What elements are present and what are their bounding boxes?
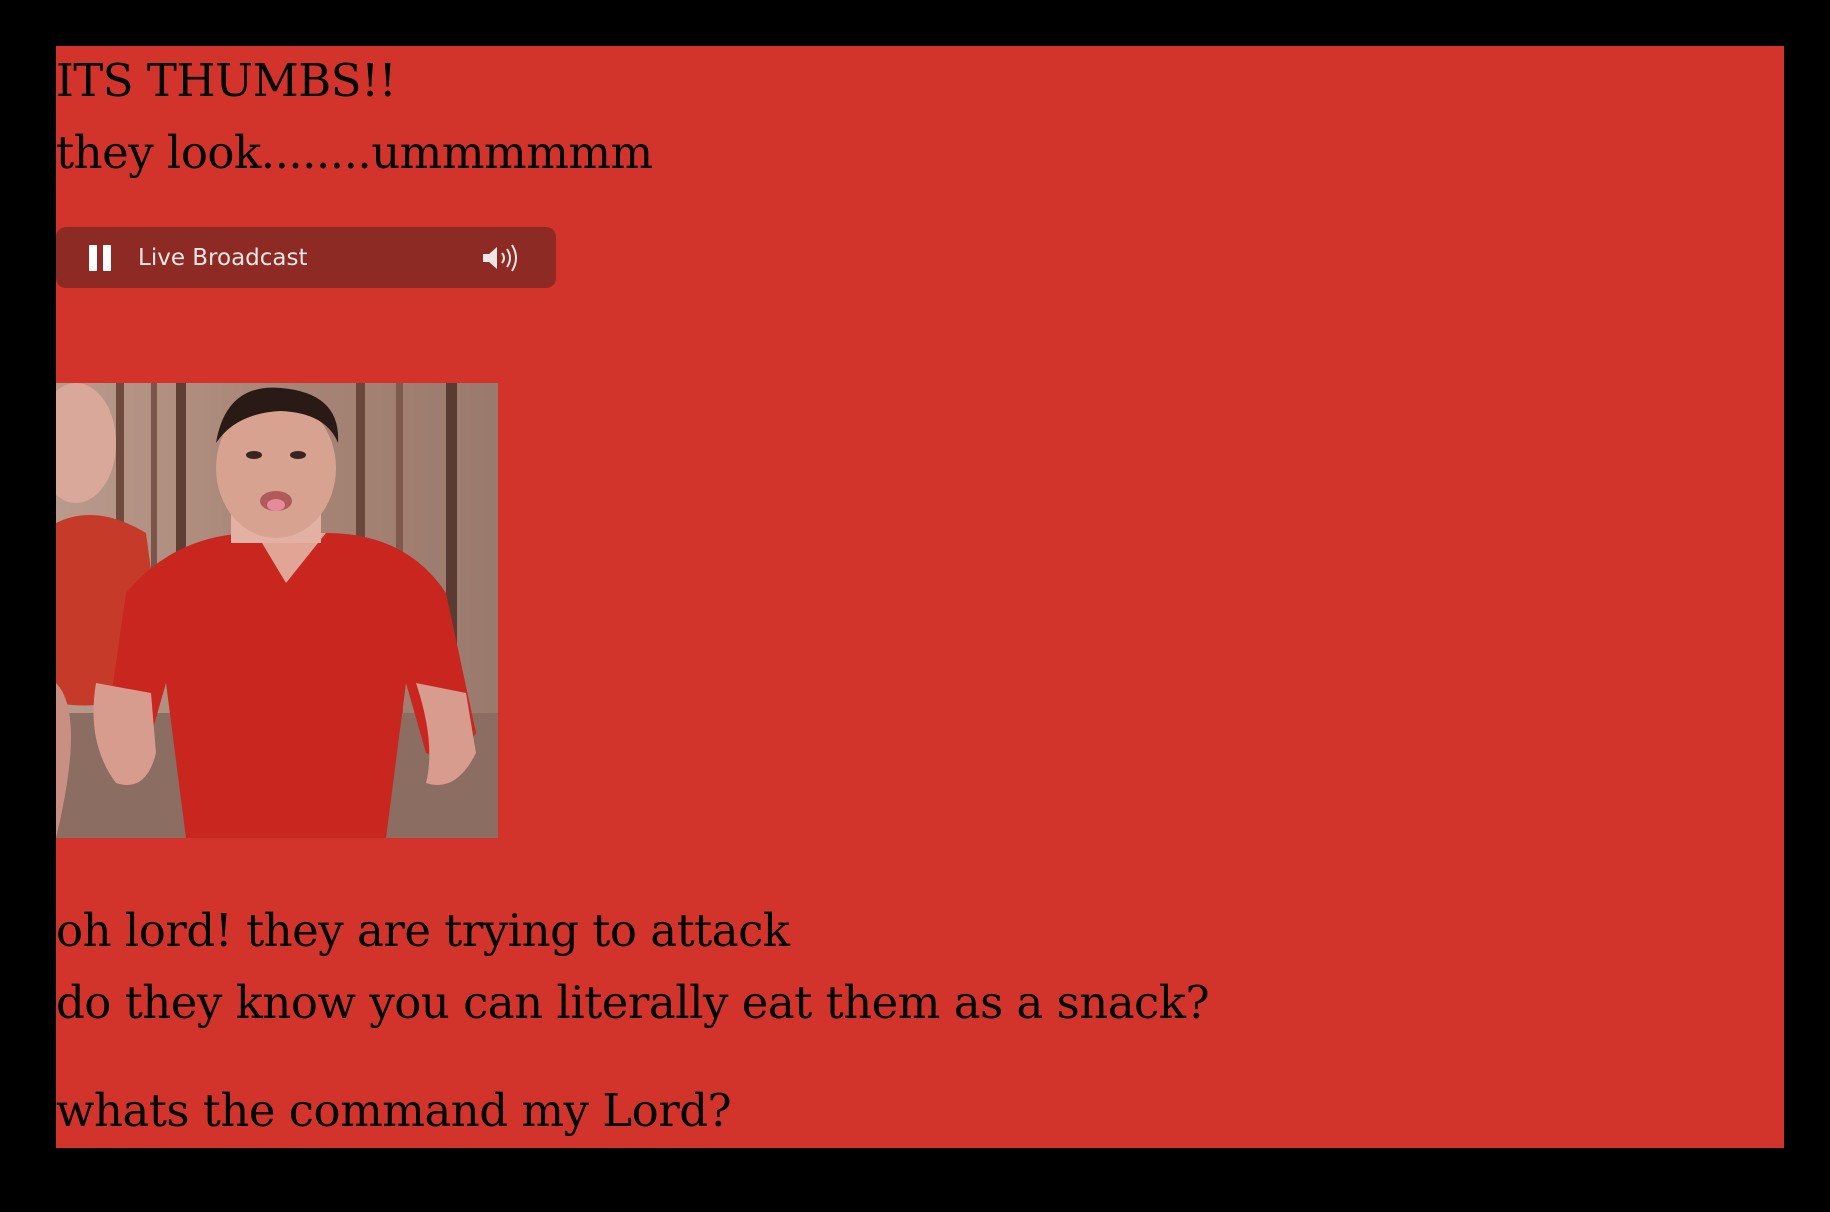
body-line-3: whats the command my Lord? <box>56 1084 732 1137</box>
audio-player[interactable]: Live Broadcast <box>56 227 556 288</box>
body-line-2: do they know you can literally eat them … <box>56 976 1210 1029</box>
pause-bar-right <box>103 244 111 271</box>
player-label: Live Broadcast <box>138 244 308 271</box>
pause-bar-left <box>89 244 97 271</box>
pause-icon[interactable] <box>86 244 114 272</box>
speaker-volume-icon[interactable] <box>480 243 524 273</box>
page-title: ITS THUMBS!! <box>56 54 397 107</box>
page-content: ITS THUMBS!! they look........ummmmmm Li… <box>56 46 1784 1148</box>
page-subtitle: they look........ummmmmm <box>56 126 653 179</box>
body-line-1: oh lord! they are trying to attack <box>56 904 790 957</box>
photo-image <box>56 383 498 838</box>
